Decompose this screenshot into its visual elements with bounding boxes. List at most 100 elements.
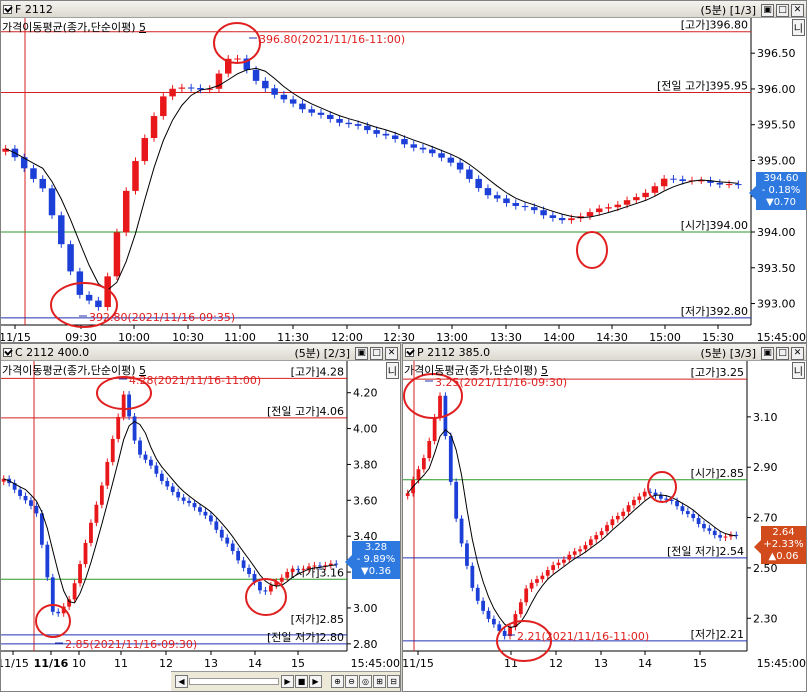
candle-body [623, 200, 631, 205]
y-tick-label: 3.10 [753, 411, 778, 424]
x-tick-label: 13 [204, 657, 218, 670]
scroll-left-icon[interactable]: ◀ [175, 675, 188, 688]
put-chart-panel: P 2112 385.0 (5분) [3/3] ▣ □ ✕ 가격이동평균(종가,… [402, 343, 807, 692]
prev-low-ref-label: [전일 저가]2.54 [667, 544, 744, 558]
candle-body [138, 440, 142, 455]
candle-body [170, 486, 175, 492]
candle-body [486, 610, 491, 619]
futures-price-chart: 396.50396.00395.50395.00394.50394.00393.… [1, 18, 806, 343]
candle-body [429, 149, 436, 154]
candle-body [529, 582, 534, 589]
candle-body [72, 583, 77, 600]
y-tick-label: 3.60 [353, 494, 378, 507]
y-tick-label: 2.90 [753, 461, 778, 474]
price-box: 394.60 - 0.18% ▼0.70 [749, 172, 806, 210]
candle-body [327, 114, 334, 119]
candle-body [34, 505, 39, 514]
indicator-label[interactable]: 가격이동평균(종가,단순이평) 5 [2, 362, 146, 378]
stop-icon[interactable]: ■ [295, 675, 308, 688]
indicator-label[interactable]: 가격이동평균(종가,단순이평) 5 [2, 19, 146, 35]
candle-body [181, 497, 186, 501]
candle-body [58, 215, 65, 245]
candle-body [165, 480, 170, 487]
candle-body [159, 473, 164, 481]
x-tick-label: 11/15 [403, 657, 434, 670]
zoom-reset-icon[interactable]: ◎ [359, 675, 372, 688]
x-tick-label: 10:30 [172, 331, 204, 343]
prev-high-ref-label: [전일 고가]395.95 [657, 79, 748, 93]
y-tick-label: 394.00 [757, 226, 796, 239]
nl-button[interactable]: 니 [791, 19, 805, 36]
x-tick-label: 12 [549, 657, 563, 670]
y-tick-label: 2.70 [753, 512, 778, 525]
candle-body [132, 416, 137, 441]
y-tick-label: 395.00 [757, 154, 796, 167]
candle-body [149, 459, 153, 466]
prev-low-ref-label: [전일 저가]2.80 [267, 630, 344, 644]
candle-body [39, 178, 46, 189]
candle-body [660, 178, 668, 187]
candle-body [178, 87, 186, 89]
nl-button[interactable]: 니 [385, 362, 399, 379]
candle-body [318, 565, 322, 567]
y-tick-label: 393.00 [757, 298, 796, 311]
candle-body [271, 88, 278, 95]
high-ref-label: [고가]4.28 [291, 365, 344, 378]
highlight-circle [213, 22, 261, 64]
candle-body [615, 515, 620, 520]
x-tick-label: 13:00 [436, 331, 468, 343]
zoom-in-icon[interactable]: ⊕ [331, 675, 344, 688]
change-pct: +2.33% [763, 539, 804, 550]
x-end-label: 15:45:00 [757, 331, 806, 343]
candle-body [382, 133, 390, 136]
candle-body [421, 458, 426, 470]
candle-body [296, 569, 301, 571]
candle-body [558, 217, 566, 221]
candle-body [438, 395, 442, 418]
play-icon[interactable]: ▶ [309, 675, 322, 688]
candle-body [562, 559, 566, 563]
x-end-label: 15:45:00 [351, 657, 400, 670]
candle-body [475, 178, 482, 189]
candle-body [401, 139, 408, 145]
indicator-label[interactable]: 가격이동평균(종가,단순이평) 5 [404, 362, 548, 378]
x-tick-label: 11:00 [224, 331, 256, 343]
high-ref-label: [고가]396.80 [681, 19, 748, 32]
candle-body [236, 551, 241, 561]
candle-body [503, 198, 510, 204]
zoom-out-icon[interactable]: ⊖ [345, 675, 358, 688]
candle-body [252, 69, 260, 81]
candle-body [176, 491, 181, 498]
candle-body [105, 461, 110, 486]
options-icon[interactable]: ⊟ [387, 675, 400, 688]
candle-body [116, 416, 121, 439]
candle-body [551, 565, 556, 571]
candle-body [247, 567, 251, 574]
low-annotation-text: 2.21(2021/11/16-11:00) [517, 630, 649, 643]
nl-button[interactable]: 니 [791, 362, 805, 379]
scroll-right-icon[interactable]: ▶ [281, 675, 294, 688]
candle-body [614, 204, 622, 208]
current-price: 394.60 [763, 173, 799, 184]
candle-body [308, 109, 315, 113]
change-value: ▼0.36 [361, 566, 391, 577]
candle-body [691, 514, 696, 519]
candle-body [632, 500, 636, 506]
candle-body [203, 511, 208, 516]
high-annotation-text: 396.80(2021/11/16-11:00) [259, 33, 405, 46]
candle-body [345, 122, 353, 125]
open-ref-label: [시가]394.00 [681, 219, 748, 232]
x-tick-label: 11:30 [277, 331, 309, 343]
x-tick-label: 11 [114, 657, 128, 670]
x-tick-label: 15 [693, 657, 707, 670]
y-axis-area [747, 361, 806, 651]
candle-body [685, 511, 690, 515]
candle-body [718, 535, 723, 538]
candle-body [405, 493, 410, 497]
scroll-track[interactable] [189, 678, 279, 685]
candle-body [30, 168, 37, 179]
candle-body [610, 519, 615, 526]
candle-body [524, 588, 529, 603]
fit-icon[interactable]: ⊞ [373, 675, 386, 688]
candle-body [659, 495, 663, 499]
